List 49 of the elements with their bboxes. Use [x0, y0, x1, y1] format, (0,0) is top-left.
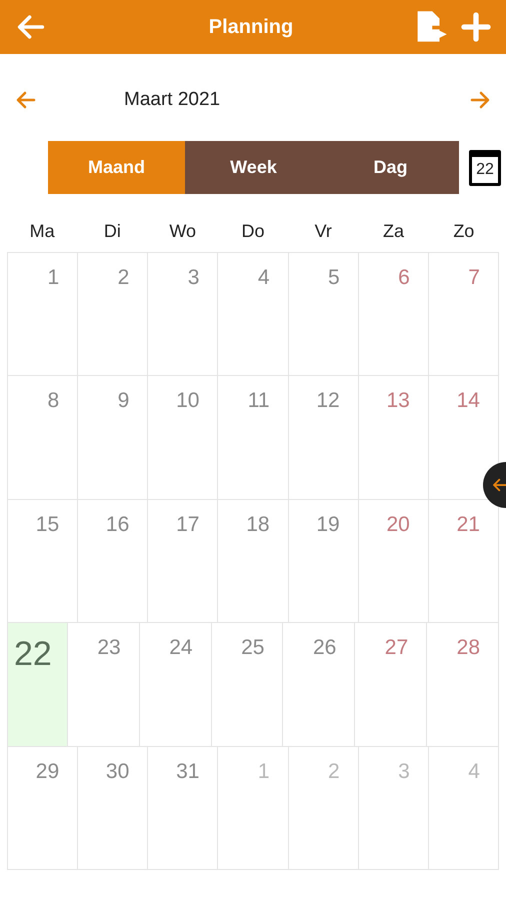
day-cell[interactable]: 26 [283, 623, 356, 747]
day-cell[interactable]: 13 [358, 376, 429, 500]
day-cell[interactable]: 2 [288, 746, 359, 870]
page-title: Planning [208, 15, 294, 40]
arrow-left-icon[interactable] [491, 476, 506, 494]
view-tab[interactable]: Week [185, 141, 322, 194]
add-icon[interactable] [460, 11, 492, 43]
day-cell[interactable]: 1 [8, 253, 78, 376]
day-cell[interactable]: 25 [212, 623, 284, 747]
day-cell[interactable]: 14 [428, 376, 499, 500]
day-cell[interactable]: 8 [8, 376, 78, 500]
day-cell[interactable]: 5 [288, 253, 359, 376]
today-calendar-button[interactable]: 22 [469, 150, 501, 186]
day-cell[interactable]: 15 [8, 500, 78, 624]
weekday-label: Ma [30, 220, 55, 243]
day-cell[interactable]: 31 [148, 746, 218, 870]
weekday-label: Zo [453, 220, 474, 243]
month-label: Maart 2021 [124, 88, 220, 112]
day-cell[interactable]: 24 [140, 623, 212, 747]
day-cell[interactable]: 7 [428, 253, 499, 376]
day-cell[interactable]: 6 [358, 253, 429, 376]
weekday-label: Za [383, 220, 404, 243]
day-cell[interactable]: 20 [358, 500, 429, 624]
day-cell[interactable]: 17 [148, 500, 218, 624]
day-cell[interactable]: 28 [427, 623, 500, 747]
day-cell[interactable]: 3 [358, 746, 429, 870]
weekday-label: Wo [169, 220, 196, 243]
day-cell[interactable]: 19 [288, 500, 359, 624]
day-cell[interactable]: 4 [218, 253, 289, 376]
day-cell[interactable]: 18 [218, 500, 289, 624]
day-cell[interactable]: 12 [288, 376, 359, 500]
day-cell[interactable]: 29 [8, 746, 78, 870]
weekday-label: Do [241, 220, 264, 243]
weekday-label: Vr [314, 220, 332, 243]
weekday-label: Di [104, 220, 121, 243]
day-cell[interactable]: 9 [78, 376, 148, 500]
view-tab[interactable]: Maand [48, 141, 185, 194]
day-cell[interactable]: 10 [148, 376, 218, 500]
day-cell[interactable]: 11 [218, 376, 289, 500]
day-cell[interactable]: 22 [8, 623, 68, 747]
day-cell[interactable]: 27 [355, 623, 428, 747]
day-cell[interactable]: 30 [78, 746, 148, 870]
day-cell[interactable]: 1 [218, 746, 289, 870]
day-cell[interactable]: 2 [78, 253, 148, 376]
day-cell[interactable]: 3 [148, 253, 218, 376]
day-cell[interactable]: 23 [68, 623, 140, 747]
view-tab[interactable]: Dag [322, 141, 459, 194]
day-cell[interactable]: 16 [78, 500, 148, 624]
day-cell[interactable]: 4 [428, 746, 499, 870]
